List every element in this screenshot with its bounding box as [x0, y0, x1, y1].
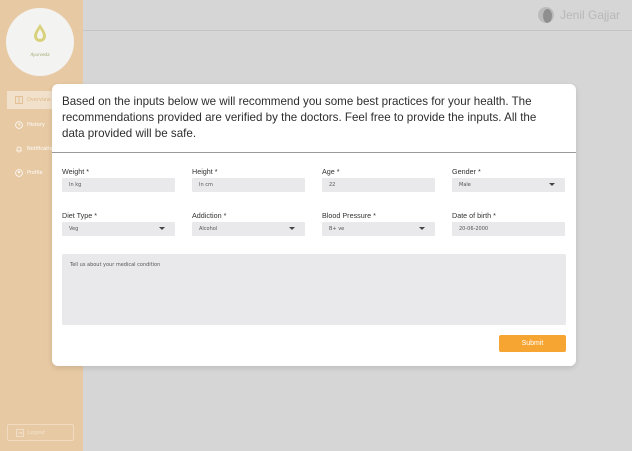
blood-pressure-field: Blood Pressure * B+ ve [322, 211, 435, 236]
height-input[interactable]: In cm [192, 178, 305, 192]
app-logo[interactable]: Ayurveda [6, 8, 74, 76]
user-name: Jenil Gajjar [559, 8, 620, 22]
user-icon [15, 169, 23, 177]
weight-field: Weight * In kg [62, 167, 175, 192]
blood-pressure-select[interactable]: B+ ve [322, 222, 435, 236]
age-field: Age * 22 [322, 167, 435, 192]
dashboard-icon [15, 96, 23, 104]
chevron-down-icon [289, 227, 295, 230]
clock-icon [15, 121, 23, 129]
sidebar-item-label: Profile [27, 170, 43, 176]
chevron-down-icon [159, 227, 165, 230]
age-label: Age * [322, 167, 340, 176]
height-label: Height * [192, 167, 218, 176]
gender-select[interactable]: Male [452, 178, 565, 192]
addiction-value: Alcohol [199, 226, 218, 232]
addiction-label: Addiction * [192, 211, 227, 220]
dob-field: Date of birth * 20-06-2000 [452, 211, 565, 236]
weight-input[interactable]: In kg [62, 178, 175, 192]
diet-type-label: Diet Type * [62, 211, 98, 220]
diet-type-select[interactable]: Veg [62, 222, 175, 236]
avatar [537, 7, 554, 23]
logout-button[interactable]: Logout [7, 424, 74, 441]
submit-button[interactable]: Submit [499, 335, 566, 352]
logout-icon [16, 428, 24, 437]
chevron-down-icon [549, 183, 555, 186]
diet-type-value: Veg [69, 226, 79, 232]
logo-text: Ayurveda [30, 52, 50, 57]
gender-value: Male [459, 182, 471, 188]
addiction-select[interactable]: Alcohol [192, 222, 305, 236]
logout-label: Logout [28, 429, 46, 436]
blood-pressure-value: B+ ve [329, 226, 345, 232]
medical-condition-input[interactable]: Tell us about your medical condition [62, 254, 566, 325]
blood-pressure-label: Blood Pressure * [322, 211, 376, 220]
diet-type-field: Diet Type * Veg [62, 211, 175, 236]
modal-description: Based on the inputs below we will recomm… [62, 95, 537, 140]
age-input[interactable]: 22 [322, 178, 435, 192]
sidebar-item-label: History [27, 122, 45, 128]
user-menu[interactable]: Jenil Gajjar [537, 7, 620, 23]
height-field: Height * In cm [192, 167, 305, 192]
bell-icon [16, 146, 22, 153]
sidebar-item-label: Overview [27, 97, 51, 103]
gender-field: Gender * Male [452, 167, 565, 192]
top-header: Jenil Gajjar [83, 0, 632, 31]
health-input-modal: Based on the inputs below we will recomm… [52, 84, 576, 366]
gender-label: Gender * [452, 167, 481, 176]
addiction-field: Addiction * Alcohol [192, 211, 305, 236]
dob-label: Date of birth * [452, 211, 496, 220]
weight-label: Weight * [62, 167, 90, 176]
leaf-drop-icon [34, 24, 46, 42]
chevron-down-icon [419, 227, 425, 230]
modal-divider [52, 152, 576, 153]
dob-input[interactable]: 20-06-2000 [452, 222, 565, 236]
